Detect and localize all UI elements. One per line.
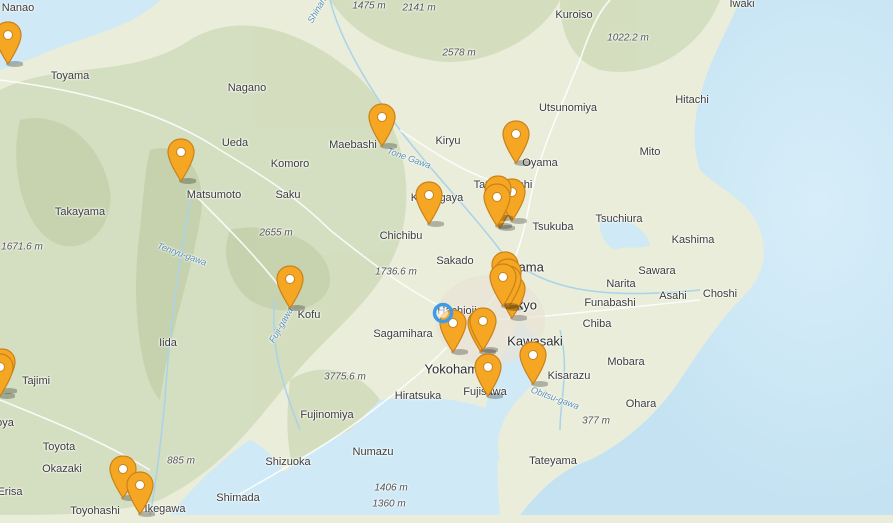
map-label-asahi: Asahi: [659, 290, 687, 302]
map-label-numazu: Numazu: [352, 446, 394, 458]
map-marker-pin[interactable]: [0, 20, 24, 68]
map-label-sakado: Sakado: [436, 255, 474, 267]
map-label-2655-m: 2655 m: [259, 227, 293, 239]
map-label-takayama: Takayama: [54, 206, 106, 218]
map-label-chichibu: Chichibu: [379, 230, 423, 242]
map-label-1671-6-m: 1671.6 m: [1, 241, 43, 253]
map-label-toyota: Toyota: [42, 441, 76, 453]
map-label-hitachi: Hitachi: [675, 94, 709, 106]
map-marker-pin[interactable]: [367, 102, 398, 150]
map-label-chiba: Chiba: [582, 318, 612, 330]
map-marker-pin[interactable]: [166, 137, 197, 185]
map-label-2578-m: 2578 m: [442, 47, 476, 59]
map-label-toyama: Toyama: [50, 70, 90, 82]
map-label-1406-m: 1406 m: [374, 482, 408, 494]
map-marker-pin[interactable]: [501, 119, 532, 167]
map-canvas[interactable]: Nanao Toyama Nagano Ueda Komoro Saku Maebashi K…: [0, 0, 893, 518]
map-label-iwaki: Iwaki: [729, 0, 755, 10]
map-label-sawara: Sawara: [638, 265, 676, 277]
map-marker-pin[interactable]: [468, 306, 499, 354]
map-label-iida: Iida: [159, 337, 177, 349]
map-label-choshi: Choshi: [702, 288, 738, 300]
map-label-1736-6-m: 1736.6 m: [375, 266, 417, 278]
map-label-2141-m: 2141 m: [402, 2, 436, 14]
map-label-tateyama: Tateyama: [529, 455, 577, 467]
map-label-utsunomiya: Utsunomiya: [538, 102, 598, 114]
map-label-mobara: Mobara: [607, 356, 645, 368]
map-label-komoro: Komoro: [270, 158, 310, 170]
map-label-kisarazu: Kisarazu: [547, 370, 591, 382]
map-marker-pin[interactable]: [275, 264, 306, 312]
map-label-toyohashi: Toyohashi: [70, 505, 120, 517]
map-marker-pin[interactable]: [0, 352, 16, 400]
map-label-sagamihara: Sagamihara: [373, 328, 433, 340]
map-label-okazaki: Okazaki: [42, 463, 82, 475]
map-label-shimada: Shimada: [216, 492, 260, 504]
map-label-885-m: 885 m: [167, 455, 195, 467]
map-label-ueda: Ueda: [221, 137, 249, 149]
map-label-tajimi: Tajimi: [21, 375, 51, 387]
map-label-nanao: Nanao: [1, 2, 35, 14]
map-label-1360-m: 1360 m: [372, 498, 406, 510]
map-label-mito: Mito: [639, 146, 661, 158]
map-label-kashima: Kashima: [671, 234, 715, 246]
map-label-tsuchiura: Tsuchiura: [595, 213, 643, 225]
map-marker-pin[interactable]: [482, 182, 513, 230]
map-marker-pin[interactable]: [488, 262, 519, 310]
map-label-saku: Saku: [275, 189, 301, 201]
map-label-erisa: Erisa: [0, 486, 23, 498]
map-label-kuroiso: Kuroiso: [555, 9, 593, 21]
map-label-fujinomiya: Fujinomiya: [300, 409, 354, 421]
map-label-oya: oya: [0, 417, 14, 429]
map-label-tsukuba: Tsukuba: [532, 221, 574, 233]
map-marker-pin[interactable]: [125, 470, 156, 518]
map-label-377-m: 377 m: [582, 415, 610, 427]
map-marker-pin[interactable]: [414, 180, 445, 228]
map-label-narita: Narita: [606, 278, 636, 290]
map-label-nagano: Nagano: [227, 82, 267, 94]
current-location-icon[interactable]: [432, 302, 454, 324]
map-label-hiratsuka: Hiratsuka: [394, 390, 442, 402]
map-marker-pin[interactable]: [518, 340, 549, 388]
map-label-1475-m: 1475 m: [352, 0, 386, 12]
map-label-matsumoto: Matsumoto: [186, 189, 242, 201]
map-label-1022-2-m: 1022.2 m: [607, 32, 649, 44]
map-label-3775-6-m: 3775.6 m: [324, 371, 366, 383]
map-label-ohara: Ohara: [625, 398, 657, 410]
map-label-funabashi: Funabashi: [584, 297, 636, 309]
map-label-shizuoka: Shizuoka: [265, 456, 311, 468]
map-label-kiryu: Kiryu: [435, 135, 461, 147]
map-marker-pin[interactable]: [473, 352, 504, 400]
